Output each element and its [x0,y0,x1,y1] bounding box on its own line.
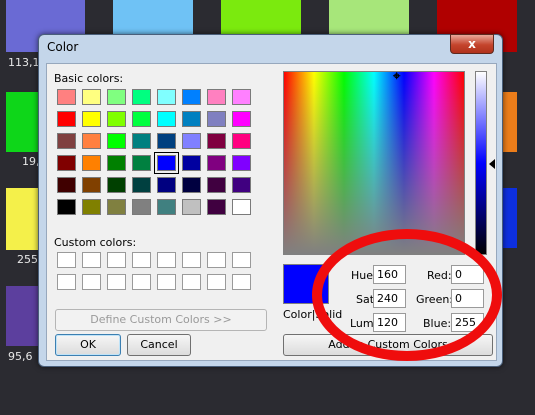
basic-color-swatch[interactable] [232,199,251,215]
custom-color-swatch[interactable] [107,274,126,290]
basic-color-swatch[interactable] [82,89,101,105]
basic-color-swatch[interactable] [82,199,101,215]
close-icon: x [468,37,476,51]
basic-color-swatch[interactable] [157,133,176,149]
basic-color-swatch[interactable] [107,89,126,105]
custom-color-swatch[interactable] [82,274,101,290]
highlight-circle [312,229,502,361]
custom-color-swatch[interactable] [57,252,76,268]
custom-color-swatch[interactable] [182,252,201,268]
bg-tile [329,0,409,38]
basic-color-swatch[interactable] [207,133,226,149]
basic-color-swatch[interactable] [57,133,76,149]
custom-color-swatch[interactable] [132,274,151,290]
custom-color-swatch[interactable] [157,274,176,290]
basic-color-swatch[interactable] [157,199,176,215]
basic-color-swatch[interactable] [107,133,126,149]
basic-color-swatch[interactable] [157,89,176,105]
basic-color-swatch[interactable] [107,177,126,193]
basic-color-swatch[interactable] [157,111,176,127]
luminosity-slider[interactable] [475,71,487,255]
basic-color-swatch[interactable] [207,199,226,215]
bg-tile [501,188,517,248]
basic-color-swatch[interactable] [232,155,251,171]
basic-color-swatch[interactable] [57,89,76,105]
bg-tile [6,286,38,346]
basic-color-swatch[interactable] [207,177,226,193]
basic-color-swatch[interactable] [207,89,226,105]
bg-tile [501,92,517,152]
custom-color-swatch[interactable] [107,252,126,268]
basic-color-swatch[interactable] [182,199,201,215]
basic-color-swatch[interactable] [82,155,101,171]
basic-colors-label: Basic colors: [54,72,124,85]
define-custom-colors-button[interactable]: Define Custom Colors >> [55,309,267,331]
basic-color-swatch[interactable] [207,111,226,127]
custom-color-swatch[interactable] [82,252,101,268]
custom-color-swatch[interactable] [57,274,76,290]
basic-color-swatch[interactable] [182,177,201,193]
basic-color-swatch[interactable] [132,111,151,127]
basic-color-swatch[interactable] [207,155,226,171]
basic-color-swatch[interactable] [57,111,76,127]
bg-tile [6,92,38,152]
bg-tile-label: 113,1 [8,56,40,69]
ok-button[interactable]: OK [55,334,121,356]
cancel-button[interactable]: Cancel [127,334,191,356]
custom-color-swatch[interactable] [132,252,151,268]
basic-color-swatch[interactable] [132,177,151,193]
basic-color-swatch[interactable] [107,199,126,215]
basic-color-swatch[interactable] [232,177,251,193]
basic-color-swatch[interactable] [182,155,201,171]
bg-tile-label: 19, [22,155,40,168]
basic-color-swatch[interactable] [132,155,151,171]
custom-color-swatch[interactable] [207,274,226,290]
basic-color-swatch[interactable] [82,111,101,127]
bg-tile [113,0,193,38]
basic-color-swatch[interactable] [132,199,151,215]
close-button[interactable]: x [450,34,494,54]
custom-color-swatch[interactable] [232,274,251,290]
color-spectrum[interactable] [283,71,465,255]
custom-colors-label: Custom colors: [54,236,137,249]
custom-color-swatch[interactable] [182,274,201,290]
dialog-title: Color [47,40,79,54]
basic-color-swatch[interactable] [182,133,201,149]
basic-color-swatch[interactable] [57,177,76,193]
custom-color-swatch[interactable] [157,252,176,268]
crosshair-icon: ⌖ [393,69,401,84]
basic-color-swatch[interactable] [232,133,251,149]
basic-color-swatch[interactable] [232,89,251,105]
basic-color-swatch[interactable] [132,89,151,105]
bg-tile [6,188,38,250]
basic-color-swatch[interactable] [154,152,179,174]
bg-tile [221,0,301,38]
bg-tile-label: 95,6 [8,350,33,363]
custom-color-swatch[interactable] [207,252,226,268]
basic-color-swatch[interactable] [57,155,76,171]
custom-color-swatch[interactable] [232,252,251,268]
basic-color-swatch[interactable] [232,111,251,127]
basic-color-swatch[interactable] [182,111,201,127]
basic-color-swatch[interactable] [107,155,126,171]
basic-color-swatch[interactable] [132,133,151,149]
basic-color-swatch[interactable] [57,199,76,215]
basic-color-swatch[interactable] [82,133,101,149]
basic-color-swatch[interactable] [157,177,176,193]
luminosity-arrow-icon[interactable] [489,159,495,169]
basic-color-swatch[interactable] [107,111,126,127]
basic-color-swatch[interactable] [82,177,101,193]
basic-color-swatch[interactable] [182,89,201,105]
